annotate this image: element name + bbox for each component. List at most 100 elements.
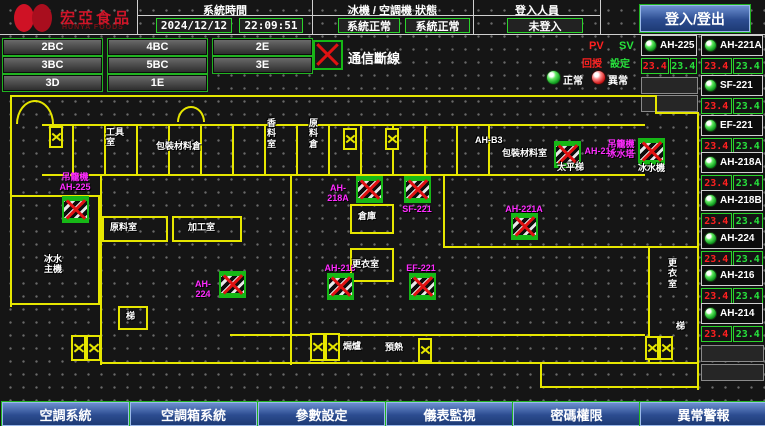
damper-icon [385, 128, 399, 150]
unit-temps: 23.4 23.4 [701, 213, 763, 229]
wall [10, 95, 657, 97]
system-time-value: 22:09:51 [239, 18, 303, 33]
plan-unit-label: SF-221 [399, 204, 435, 214]
ahu-comm-fail-icon-ah-225[interactable] [62, 196, 89, 223]
nav-button-meter-monitor[interactable]: 儀表監視 [386, 402, 513, 426]
damper-icon [310, 333, 325, 361]
machine-status-label: 冰機 / 空調機 狀態 [315, 2, 470, 18]
floor-button-2bc[interactable]: 2BC [3, 39, 102, 55]
sv-temp-value: 23.4 [670, 58, 698, 74]
sv-temp-value: 23.4 [733, 175, 764, 191]
floor-button-4bc[interactable]: 4BC [108, 39, 207, 55]
unit-button-ah-218b[interactable]: AH-218B [701, 190, 763, 211]
unit-status-led-icon [704, 39, 717, 52]
floor-button-3e[interactable]: 3E [213, 57, 312, 73]
wall [540, 386, 698, 388]
nav-button-parameters[interactable]: 參數設定 [258, 402, 385, 426]
stairs-icon [177, 106, 205, 122]
ahu-comm-fail-icon-ah-224[interactable] [219, 271, 246, 298]
sv-temp-value: 23.4 [733, 98, 764, 114]
unit-button-ah-221a[interactable]: AH-221A [701, 35, 763, 56]
plan-unit-label: AH-224 [188, 279, 218, 300]
wall [443, 246, 699, 248]
nav-button-ac-system[interactable]: 空調系統 [2, 402, 129, 426]
wall [42, 174, 645, 176]
pv-temp-value: 23.4 [641, 58, 669, 74]
unit-status-led-icon [704, 79, 717, 92]
damper-icon [659, 336, 673, 360]
unit-name: AH-218A [720, 157, 762, 168]
stairs-icon [16, 100, 54, 124]
room-label: 梯 [126, 311, 135, 321]
wall [443, 176, 445, 248]
pv-temp-value: 23.4 [701, 326, 732, 342]
ahu-comm-fail-icon-ef-221[interactable] [409, 273, 436, 300]
unit-status-led-icon [704, 194, 717, 207]
unit-status-led-icon [704, 232, 717, 245]
unit-button-sf-221[interactable]: SF-221 [701, 75, 763, 96]
unit-name: AH-214 [720, 308, 754, 319]
unit-button-ah-218a[interactable]: AH-218A [701, 152, 763, 173]
ahu-comm-fail-icon-ah-221a[interactable] [511, 213, 538, 240]
damper-icon [86, 335, 101, 361]
unit-temps: 23.4 23.4 [701, 175, 763, 191]
unit-status-led-icon [704, 307, 717, 320]
wall [230, 334, 645, 336]
unit-button-ah-216[interactable]: AH-216 [701, 265, 763, 286]
empty-unit-slot [701, 345, 764, 362]
chiller-status-value: 系統正常 [338, 18, 400, 33]
damper-icon [71, 335, 86, 361]
header-divider [312, 0, 313, 34]
unit-button-ah-225[interactable]: AH-225 [641, 35, 697, 56]
plan-unit-label: AH-218A [320, 183, 356, 204]
wall [290, 176, 292, 365]
ahu-comm-fail-icon-ah-216[interactable] [327, 273, 354, 300]
damper-icon [645, 336, 659, 360]
nav-button-password-auth[interactable]: 密碼權限 [513, 402, 640, 426]
normal-led-icon [546, 70, 561, 85]
ahu-comm-fail-icon-sf-221[interactable] [404, 176, 431, 203]
brand-logo-icon [32, 4, 52, 32]
header-divider [137, 0, 138, 34]
unit-name: AH-224 [720, 233, 754, 244]
room-label: 香料室 [267, 118, 278, 149]
floor-button-3bc[interactable]: 3BC [3, 57, 102, 73]
room-label: 包裝材料室 [502, 148, 547, 158]
unit-temps-ah-225: 23.4 23.4 [641, 58, 697, 74]
unit-button-ah-224[interactable]: AH-224 [701, 228, 763, 249]
empty-unit-slot [701, 364, 764, 381]
login-logout-button[interactable]: 登入/登出 [640, 5, 750, 32]
room-label: 冰水機 [638, 163, 665, 173]
unit-button-ah-214[interactable]: AH-214 [701, 303, 763, 324]
ahu-comm-fail-icon-cooling-tower[interactable] [638, 138, 665, 165]
room-label: 加工室 [188, 222, 215, 232]
unit-name: AH-225 [660, 40, 694, 51]
damper-icon [418, 338, 432, 362]
room-label: 原料室 [110, 222, 137, 232]
room-label: 包裝材料倉 [156, 141, 201, 151]
unit-button-ef-221[interactable]: EF-221 [701, 115, 763, 136]
system-time-label: 系統時間 [150, 2, 300, 18]
login-user-value: 未登入 [507, 18, 583, 33]
room-label: 工具室 [106, 127, 128, 148]
ahu-comm-fail-icon-ah-218a[interactable] [356, 176, 383, 203]
unit-name: AH-216 [720, 270, 754, 281]
unit-name: AH-218B [720, 195, 762, 206]
nav-button-alarm[interactable]: 異常警報 [640, 402, 765, 426]
plan-unit-label: 吊籠機冰水塔 [606, 139, 636, 160]
system-date-value: 2024/12/12 [156, 18, 232, 33]
room-label: AH-B3 [475, 135, 503, 145]
unit-temps: 23.4 23.4 [701, 326, 763, 342]
brand-logo-icon [14, 4, 34, 32]
nav-button-ahu-system[interactable]: 空調箱系統 [130, 402, 257, 426]
damper-icon [49, 126, 63, 148]
damper-icon [325, 333, 340, 361]
floor-button-3d[interactable]: 3D [3, 75, 102, 91]
unit-name: AH-221A [720, 40, 762, 51]
abnormal-legend-label: 異常 [608, 72, 628, 87]
normal-legend-label: 正常 [563, 72, 583, 87]
floor-button-1e[interactable]: 1E [108, 75, 207, 91]
wall [540, 364, 542, 388]
floor-button-2e[interactable]: 2E [213, 39, 312, 55]
floor-button-5bc[interactable]: 5BC [108, 57, 207, 73]
